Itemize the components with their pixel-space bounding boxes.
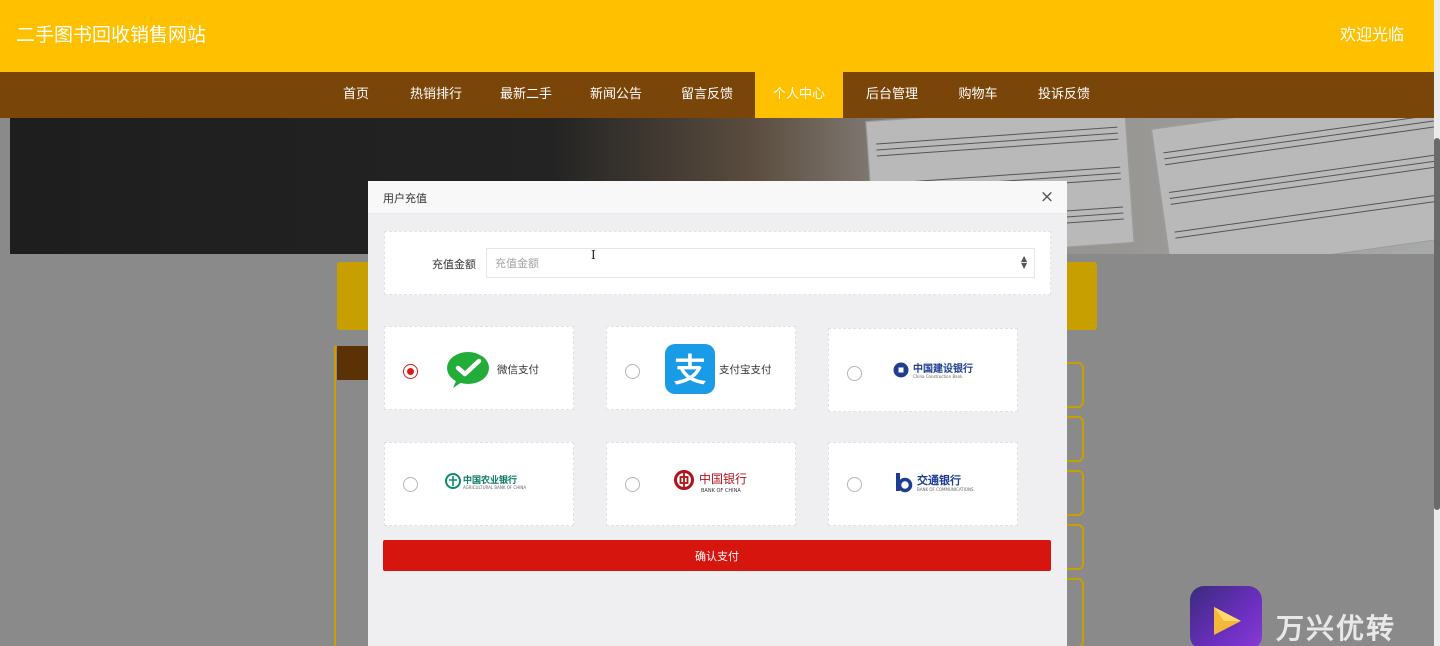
play-icon [1214,607,1241,635]
boc-english-name: BANK OF CHINA [701,488,741,494]
payment-option-abc[interactable]: 中国农业银行 AGRICULTURAL BANK OF CHINA [384,442,574,526]
payment-option-bocom[interactable]: 交通银行 BANK OF COMMUNICATIONS [828,442,1018,526]
radio-abc[interactable] [403,477,418,492]
main-nav: 首页 热销排行 最新二手 新闻公告 留言反馈 个人中心 后台管理 购物车 投诉反… [0,72,1434,118]
dialog-title: 用户充值 [383,192,427,205]
confirm-pay-button[interactable]: 确认支付 [383,540,1051,571]
nav-personal-center[interactable]: 个人中心 [755,72,843,118]
abc-english-name: AGRICULTURAL BANK OF CHINA [463,485,527,490]
nav-admin[interactable]: 后台管理 [856,72,928,118]
site-title[interactable]: 二手图书回收销售网站 [16,20,206,47]
nav-latest-secondhand[interactable]: 最新二手 [490,72,562,118]
radio-wechat[interactable] [403,364,418,379]
wechat-pay-label: 微信支付 [497,364,539,376]
radio-alipay[interactable] [625,364,640,379]
payment-option-ccb[interactable]: 中国建设银行 China Construction Bank [828,328,1018,412]
dialog-header: 用户充值 × [368,181,1067,214]
wechat-pay-icon [447,352,489,388]
alipay-icon: 支 [665,344,715,394]
nav-home[interactable]: 首页 [330,72,382,118]
number-spinner-icon[interactable]: ▲ ▼ [1021,255,1027,270]
radio-bocom[interactable] [847,477,862,492]
content-card [1066,578,1084,646]
content-card [1066,524,1084,570]
amount-label: 充值金额 [432,258,476,271]
ccb-logo [893,362,909,378]
content-card [1066,362,1084,408]
payment-option-alipay[interactable]: 支 支付宝支付 [606,326,796,410]
nav-hot-ranking[interactable]: 热销排行 [400,72,472,118]
amount-input[interactable] [486,248,1035,278]
site-header: 二手图书回收销售网站 欢迎光临 [0,0,1434,72]
boc-name: 中国银行 [699,472,748,486]
radio-boc[interactable] [625,477,640,492]
recharge-dialog: 用户充值 × 充值金额 ▲▼ I 微信支付 支 支付宝支付 中国建设银行 Ch [368,181,1067,646]
abc-logo [445,473,461,489]
alipay-label: 支付宝支付 [719,364,772,376]
payment-option-wechat[interactable]: 微信支付 [384,326,574,410]
nav-news[interactable]: 新闻公告 [580,72,652,118]
payment-option-boc[interactable]: 中国银行 BANK OF CHINA [606,442,796,526]
bocom-name: 交通银行 [917,474,961,487]
svg-text:支: 支 [674,351,706,389]
radio-ccb[interactable] [847,366,862,381]
boc-logo [674,470,694,490]
bocom-logo [896,473,913,493]
content-card [1066,470,1084,516]
page-scrollbar[interactable] [1434,0,1440,646]
welcome-text: 欢迎光临 [1339,25,1404,44]
watermark-logo [1190,586,1262,646]
amount-form-row: 充值金额 ▲▼ I [384,231,1051,295]
close-icon[interactable]: × [1038,187,1056,207]
bocom-english-name: BANK OF COMMUNICATIONS [917,487,974,492]
nav-messages[interactable]: 留言反馈 [671,72,743,118]
nav-cart[interactable]: 购物车 [948,72,1008,118]
ccb-name: 中国建设银行 [913,364,973,375]
nav-complaints[interactable]: 投诉反馈 [1028,72,1100,118]
content-card [1066,416,1084,462]
text-cursor-icon: I [591,248,596,262]
scrollbar-thumb[interactable] [1434,138,1440,510]
ccb-english-name: China Construction Bank [913,374,963,379]
sheet-music-image-2 [1150,118,1434,254]
watermark-text: 万兴优转 [1276,612,1397,645]
